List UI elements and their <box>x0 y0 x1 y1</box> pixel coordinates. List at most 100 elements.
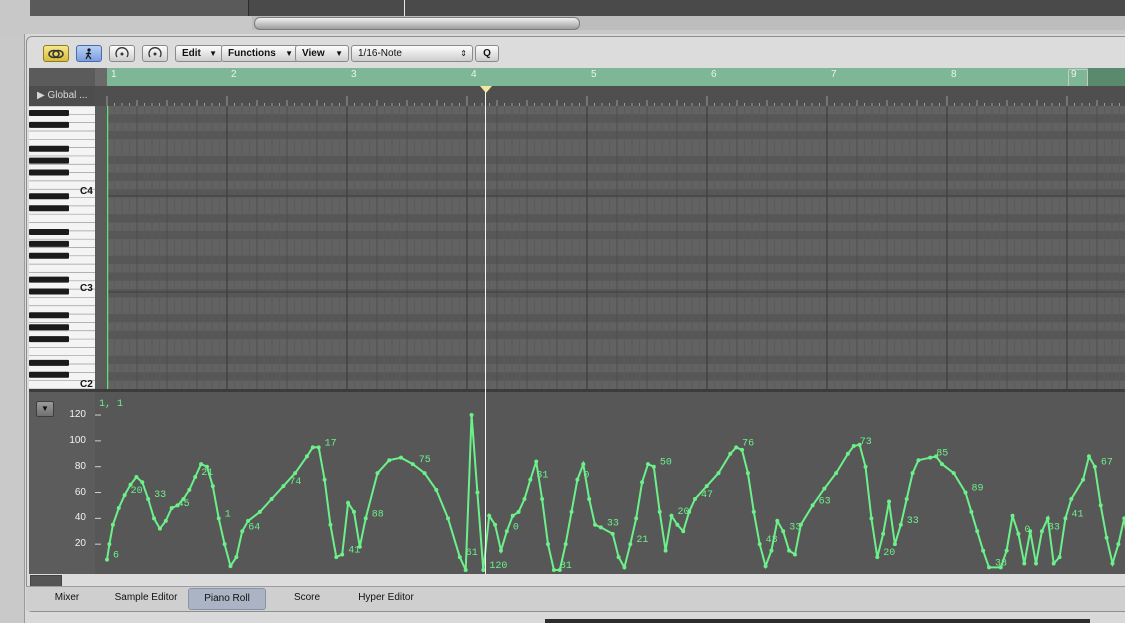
automation-point[interactable] <box>434 487 439 492</box>
black-key[interactable] <box>29 110 69 116</box>
automation-point[interactable] <box>628 542 633 547</box>
automation-point[interactable] <box>969 509 974 514</box>
automation-point[interactable] <box>1010 513 1015 518</box>
automation-point[interactable] <box>581 462 586 467</box>
automation-point[interactable] <box>216 516 221 521</box>
view-menu[interactable]: View ▼ <box>295 45 349 62</box>
automation-point[interactable] <box>1034 561 1039 566</box>
automation-point[interactable] <box>898 522 903 527</box>
automation-point[interactable] <box>910 471 915 476</box>
automation-point[interactable] <box>199 462 204 467</box>
piano-keyboard[interactable] <box>29 106 95 389</box>
automation-point[interactable] <box>110 522 115 527</box>
automation-point[interactable] <box>887 499 892 504</box>
automation-point[interactable] <box>651 464 656 469</box>
automation-point[interactable] <box>487 513 492 518</box>
automation-point[interactable] <box>1081 477 1086 482</box>
black-key[interactable] <box>29 157 69 164</box>
quantize-select[interactable]: 1/16-Note ⇕ <box>351 45 473 62</box>
midi-in-button[interactable] <box>109 45 135 62</box>
automation-point[interactable] <box>987 565 991 570</box>
automation-point[interactable] <box>1004 548 1009 553</box>
catch-button[interactable] <box>76 45 102 62</box>
black-key[interactable] <box>29 193 69 200</box>
automation-point[interactable] <box>787 548 792 553</box>
automation-point[interactable] <box>363 516 368 521</box>
automation-point[interactable] <box>516 509 521 514</box>
automation-point[interactable] <box>122 493 127 498</box>
automation-point[interactable] <box>399 455 403 460</box>
automation-point[interactable] <box>546 542 550 547</box>
automation-point[interactable] <box>845 451 850 456</box>
automation-point[interactable] <box>575 477 580 482</box>
automation-point[interactable] <box>669 513 674 518</box>
automation-point[interactable] <box>310 445 315 450</box>
automation-point[interactable] <box>504 529 509 534</box>
automation-point[interactable] <box>193 475 198 480</box>
automation-point[interactable] <box>1086 454 1091 459</box>
automation-point[interactable] <box>304 454 309 459</box>
automation-point[interactable] <box>540 496 545 501</box>
automation-point[interactable] <box>881 531 886 536</box>
automation-chart[interactable]: 6 20 33 45 21 1 64 74 17 41 88 75 61 120 0 31 81 0 33 21 50 2… <box>95 392 1125 574</box>
automation-point[interactable] <box>146 496 151 501</box>
automation-point[interactable] <box>410 462 415 467</box>
bar-ruler[interactable] <box>107 68 1125 86</box>
automation-point[interactable] <box>187 487 192 492</box>
tab-piano-roll[interactable]: Piano Roll <box>188 588 266 610</box>
automation-point[interactable] <box>822 486 827 491</box>
automation-point[interactable] <box>316 445 321 450</box>
black-key[interactable] <box>29 371 69 378</box>
automation-point[interactable] <box>863 464 868 469</box>
automation-point[interactable] <box>240 529 245 534</box>
automation-point[interactable] <box>498 548 503 553</box>
automation-point[interactable] <box>975 529 980 534</box>
automation-point[interactable] <box>257 509 262 514</box>
automation-point[interactable] <box>928 455 933 460</box>
automation-point[interactable] <box>751 509 756 514</box>
automation-point[interactable] <box>681 529 686 534</box>
automation-point[interactable] <box>939 462 944 467</box>
automation-point[interactable] <box>781 529 786 534</box>
automation-point[interactable] <box>334 555 339 560</box>
automation-point[interactable] <box>763 564 768 569</box>
automation-point[interactable] <box>528 477 533 482</box>
black-key[interactable] <box>29 240 69 247</box>
tab-score[interactable]: Score <box>280 588 334 608</box>
automation-point[interactable] <box>598 525 603 530</box>
automation-point[interactable] <box>157 526 162 531</box>
automation-point[interactable] <box>645 462 650 467</box>
automation-point[interactable] <box>1110 561 1115 566</box>
automation-point[interactable] <box>775 518 780 523</box>
automation-point[interactable] <box>228 564 233 569</box>
automation-point[interactable] <box>745 471 750 476</box>
automation-point[interactable] <box>469 413 474 418</box>
automation-point[interactable] <box>1092 464 1097 469</box>
automation-point[interactable] <box>675 522 680 527</box>
automation-point[interactable] <box>375 471 380 476</box>
automation-point[interactable] <box>346 500 351 505</box>
automation-point[interactable] <box>616 555 621 560</box>
automation-point[interactable] <box>904 496 909 501</box>
automation-point[interactable] <box>981 548 986 553</box>
automation-point[interactable] <box>281 484 286 489</box>
automation-point[interactable] <box>210 484 215 489</box>
automation-point[interactable] <box>851 444 856 449</box>
automation-point[interactable] <box>716 471 721 476</box>
automation-point[interactable] <box>810 503 815 508</box>
automation-point[interactable] <box>1039 529 1044 534</box>
automation-point[interactable] <box>704 484 709 489</box>
automation-point[interactable] <box>493 522 498 527</box>
automation-point[interactable] <box>1022 561 1027 566</box>
automation-point[interactable] <box>1116 542 1121 547</box>
automation-point[interactable] <box>1051 561 1056 566</box>
automation-point[interactable] <box>916 458 921 463</box>
automation-point[interactable] <box>293 471 298 476</box>
black-key[interactable] <box>29 205 69 212</box>
black-key[interactable] <box>29 312 69 319</box>
automation-point[interactable] <box>757 542 762 547</box>
automation-point[interactable] <box>951 471 956 476</box>
automation-point[interactable] <box>1063 516 1068 521</box>
automation-point[interactable] <box>869 516 874 521</box>
automation-point[interactable] <box>563 542 568 547</box>
